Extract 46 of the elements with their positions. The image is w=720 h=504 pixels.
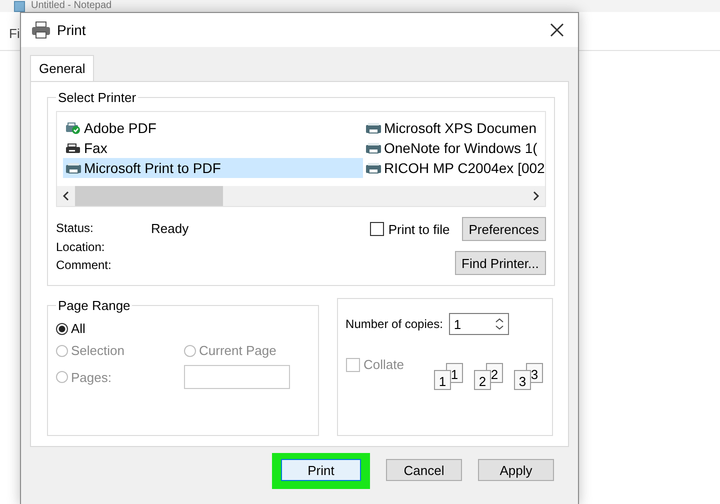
dialog-button[interactable]: Apply xyxy=(478,459,554,481)
radio-button[interactable] xyxy=(56,322,68,334)
printer-icon xyxy=(365,162,382,174)
field-label: Comment: xyxy=(56,258,112,272)
checkbox[interactable] xyxy=(370,222,384,236)
printer-icon xyxy=(365,142,382,154)
copies-spinbox[interactable]: 1 xyxy=(448,313,509,335)
field-label: Number of copies: xyxy=(346,317,443,331)
input-field[interactable] xyxy=(184,365,290,389)
fax-icon xyxy=(65,142,82,154)
dialog-title: Print xyxy=(57,22,87,38)
close-icon[interactable] xyxy=(550,23,564,37)
printer-icon xyxy=(65,162,82,174)
checkbox-label[interactable]: Print to file xyxy=(388,222,450,236)
field-label: Location: xyxy=(56,240,106,254)
find-printer-button[interactable]: Find Printer... xyxy=(454,251,546,275)
printer-item[interactable]: Fax xyxy=(63,138,363,158)
printer-item[interactable]: RICOH MP C2004ex [002 xyxy=(363,158,545,178)
printer-icon xyxy=(31,21,51,39)
field-value: Ready xyxy=(151,221,189,236)
menu-item[interactable]: Fi xyxy=(9,26,20,40)
default-printer-icon xyxy=(65,122,82,134)
scroll-thumb[interactable] xyxy=(75,186,223,206)
page-sheet: 2 xyxy=(474,370,491,390)
group-label: Select Printer xyxy=(57,90,138,105)
horizontal-scrollbar[interactable] xyxy=(57,186,545,206)
scroll-left-icon[interactable] xyxy=(62,191,70,201)
page-sheet: 1 xyxy=(434,370,451,390)
field-label: Status: xyxy=(56,221,94,236)
notepad-icon xyxy=(14,0,25,12)
page-sheet: 3 xyxy=(514,370,531,390)
printer-item[interactable]: Microsoft Print to PDF xyxy=(63,158,363,178)
radio-label[interactable]: All xyxy=(71,321,86,336)
printer-item[interactable]: Microsoft XPS Documen xyxy=(363,118,545,138)
preferences-button[interactable]: Preferences xyxy=(462,217,546,241)
dialog-button[interactable]: Cancel xyxy=(386,459,462,481)
printer-item[interactable]: Adobe PDF xyxy=(63,118,363,138)
printer-list[interactable]: Adobe PDF Fax Microsoft Print to PDF Microsoft XPS Documen OneNote for Windows 1( RICOH MP C2004ex [002 xyxy=(56,111,546,207)
tab[interactable]: General xyxy=(30,55,94,81)
dialog-button[interactable]: Print xyxy=(281,459,361,481)
spin-arrows-icon[interactable] xyxy=(494,317,504,331)
group-label: Page Range xyxy=(57,298,132,313)
printer-icon xyxy=(365,122,382,134)
printer-item[interactable]: OneNote for Windows 1( xyxy=(363,138,545,158)
scroll-right-icon[interactable] xyxy=(532,191,540,201)
window-title: Untitled - Notepad xyxy=(31,0,112,12)
